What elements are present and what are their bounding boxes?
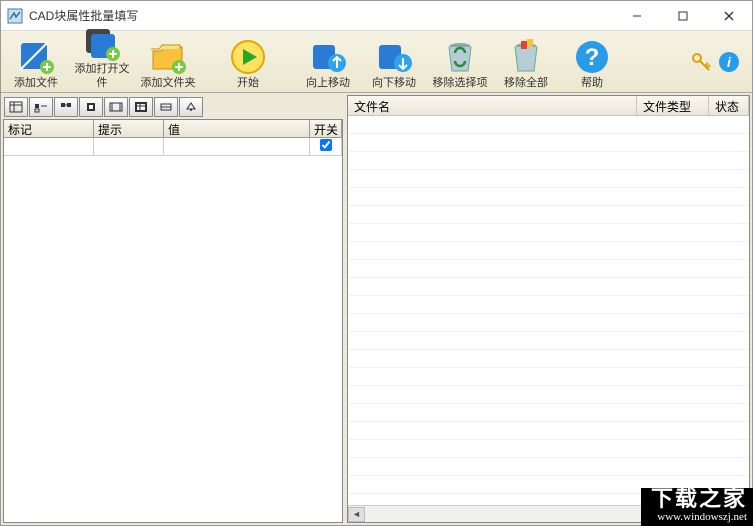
close-button[interactable] xyxy=(706,1,752,30)
cell-value[interactable] xyxy=(164,138,310,156)
help-label: 帮助 xyxy=(581,76,603,90)
main-toolbar: 添加文件 添加打开文件 添加文件夹 开始 向上移动 xyxy=(1,31,752,93)
col-header-filename[interactable]: 文件名 xyxy=(348,96,637,116)
view-mode-8[interactable] xyxy=(179,97,203,117)
add-file-label: 添加文件 xyxy=(14,76,58,90)
filelist-header: 文件名 文件类型 状态 xyxy=(348,96,749,116)
app-icon xyxy=(7,8,23,24)
col-header-switch[interactable]: 开关 xyxy=(310,120,342,138)
help-button[interactable]: ? 帮助 xyxy=(561,33,623,91)
play-icon xyxy=(228,38,268,76)
col-header-mark[interactable]: 标记 xyxy=(4,120,94,138)
minimize-button[interactable] xyxy=(614,1,660,30)
add-open-file-label: 添加打开文件 xyxy=(72,62,132,90)
start-button[interactable]: 开始 xyxy=(217,33,279,91)
row-switch-checkbox[interactable] xyxy=(320,139,332,151)
view-mode-4[interactable] xyxy=(79,97,103,117)
add-folder-label: 添加文件夹 xyxy=(141,76,196,90)
remove-selected-label: 移除选择项 xyxy=(433,76,488,90)
app-window: CAD块属性批量填写 添加文件 添加打开文件 xyxy=(0,0,753,526)
window-controls xyxy=(614,1,752,30)
watermark: 下载之家 www.windowszj.net xyxy=(641,488,753,526)
left-pane: 标记 提示 值 开关 xyxy=(1,93,345,525)
right-pane: 文件名 文件类型 状态 ◄ ► xyxy=(345,93,752,525)
window-title: CAD块属性批量填写 xyxy=(29,7,614,24)
move-down-icon xyxy=(374,38,414,76)
view-mode-2[interactable] xyxy=(29,97,53,117)
cell-hint[interactable] xyxy=(94,138,164,156)
view-mode-6[interactable] xyxy=(129,97,153,117)
file-list[interactable]: 文件名 文件类型 状态 ◄ ► xyxy=(347,95,750,523)
move-up-button[interactable]: 向上移动 xyxy=(297,33,359,91)
view-mode-5[interactable] xyxy=(104,97,128,117)
help-icon: ? xyxy=(572,38,612,76)
svg-text:?: ? xyxy=(585,44,600,71)
view-mode-7[interactable] xyxy=(154,97,178,117)
trash-all-icon xyxy=(506,38,546,76)
start-label: 开始 xyxy=(237,76,259,90)
remove-all-label: 移除全部 xyxy=(504,76,548,90)
view-mode-toolbar xyxy=(3,95,343,119)
move-up-icon xyxy=(308,38,348,76)
add-open-file-icon xyxy=(82,26,122,62)
watermark-text: 下载之家 xyxy=(651,490,747,508)
cell-switch[interactable] xyxy=(310,138,342,156)
col-header-filetype[interactable]: 文件类型 xyxy=(637,96,709,116)
add-open-file-button[interactable]: 添加打开文件 xyxy=(71,33,133,91)
watermark-url: www.windowszj.net xyxy=(651,508,747,526)
key-icon[interactable] xyxy=(690,51,712,73)
content-area: 标记 提示 值 开关 xyxy=(1,93,752,525)
col-header-status[interactable]: 状态 xyxy=(709,96,749,116)
remove-selected-button[interactable]: 移除选择项 xyxy=(429,33,491,91)
move-down-label: 向下移动 xyxy=(372,76,416,90)
grid-header: 标记 提示 值 开关 xyxy=(4,120,342,138)
grid-body xyxy=(4,138,342,522)
trash-recycle-icon xyxy=(440,38,480,76)
col-header-hint[interactable]: 提示 xyxy=(94,120,164,138)
toolbar-right-icons: i xyxy=(690,51,748,73)
maximize-button[interactable] xyxy=(660,1,706,30)
add-folder-icon xyxy=(148,38,188,76)
view-mode-1[interactable] xyxy=(4,97,28,117)
add-folder-button[interactable]: 添加文件夹 xyxy=(137,33,199,91)
filelist-body[interactable] xyxy=(348,116,749,505)
move-up-label: 向上移动 xyxy=(306,76,350,90)
move-down-button[interactable]: 向下移动 xyxy=(363,33,425,91)
info-icon[interactable]: i xyxy=(718,51,740,73)
cell-mark[interactable] xyxy=(4,138,94,156)
add-file-button[interactable]: 添加文件 xyxy=(5,33,67,91)
remove-all-button[interactable]: 移除全部 xyxy=(495,33,557,91)
add-file-icon xyxy=(16,38,56,76)
view-mode-3[interactable] xyxy=(54,97,78,117)
scroll-left-arrow[interactable]: ◄ xyxy=(348,507,365,522)
grid-row[interactable] xyxy=(4,138,342,156)
col-header-value[interactable]: 值 xyxy=(164,120,310,138)
attribute-grid[interactable]: 标记 提示 值 开关 xyxy=(3,119,343,523)
